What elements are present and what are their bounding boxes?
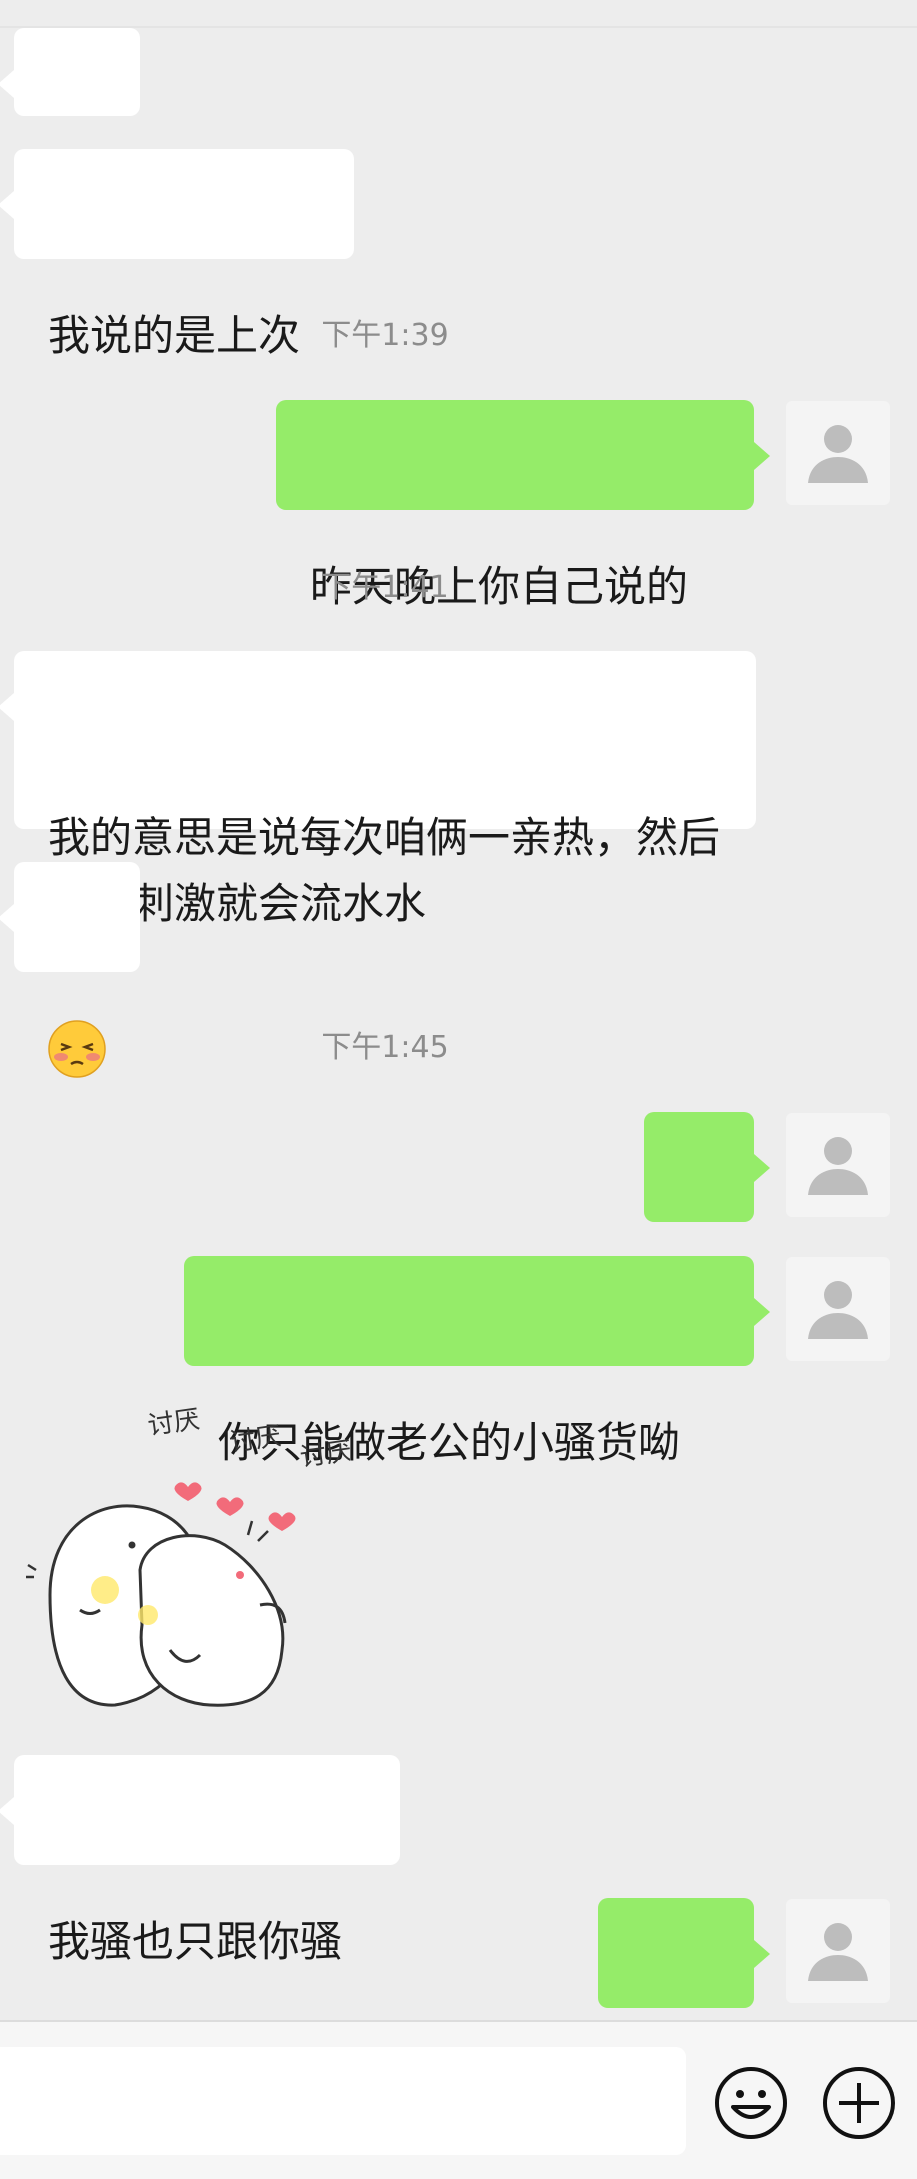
default-avatar-icon xyxy=(808,1923,868,1981)
user-avatar[interactable] xyxy=(786,401,890,505)
user-avatar[interactable] xyxy=(786,1899,890,2003)
input-bar xyxy=(0,2020,917,2179)
default-avatar-icon xyxy=(808,1137,868,1195)
timestamp: 下午1:45 xyxy=(321,1030,449,1065)
incoming-emoji-message[interactable]: 😳 xyxy=(0,862,140,1078)
emoji-button[interactable] xyxy=(713,2065,789,2141)
message-input[interactable] xyxy=(0,2047,686,2155)
sticker-label: 讨厌 xyxy=(146,1405,202,1442)
user-avatar[interactable] xyxy=(786,1113,890,1217)
timestamp: 下午1:41 xyxy=(321,570,449,605)
sticker-label: 讨厌 xyxy=(298,1436,350,1473)
chat-screen: 🤓 我说的是上次 下午1:39 昨天晚上你自己说的 下午1:41 我的意思是说每… xyxy=(0,0,917,2179)
sticker-label: 讨厌 xyxy=(228,1421,284,1458)
message-text: 我骚也只跟你骚 xyxy=(48,1917,343,1966)
user-avatar[interactable] xyxy=(786,1257,890,1361)
outgoing-text-message[interactable]: 嗯嗯 xyxy=(598,1898,770,2109)
default-avatar-icon xyxy=(808,425,868,483)
outgoing-text-message[interactable]: 昨天晚上你自己说的 xyxy=(276,400,770,611)
incoming-text-message[interactable]: 我的意思是说每次咱俩一亲热，然后你一刺激就会流水水 xyxy=(0,651,756,928)
outgoing-text-message[interactable]: 你只能做老公的小骚货呦 xyxy=(184,1256,770,1467)
message-text: 我的意思是说每次咱俩一亲热，然后你一刺激就会流水水 xyxy=(48,813,721,928)
more-button[interactable] xyxy=(821,2065,897,2141)
seal-hug-sticker-icon: 讨厌 讨厌 讨厌 xyxy=(26,1405,354,1707)
default-avatar-icon xyxy=(808,1281,868,1339)
plus-circle-icon xyxy=(823,2067,895,2139)
smiley-icon xyxy=(715,2067,787,2139)
incoming-emoji-message[interactable]: 🤓 xyxy=(0,28,140,223)
incoming-text-message[interactable]: 我说的是上次 xyxy=(0,149,354,360)
timestamp: 下午1:39 xyxy=(321,318,449,353)
sticker-message[interactable]: 讨厌 讨厌 讨厌 xyxy=(20,1395,354,1725)
incoming-text-message[interactable]: 我骚也只跟你骚 xyxy=(0,1755,400,1966)
outgoing-text-message[interactable]: 昂 xyxy=(644,1112,770,1323)
